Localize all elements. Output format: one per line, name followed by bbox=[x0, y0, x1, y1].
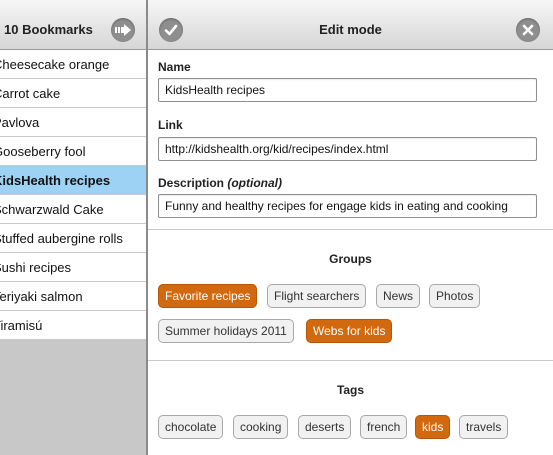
bookmark-item[interactable]: Cheesecake orange bbox=[0, 50, 146, 79]
bookmark-list: Cheesecake orange Carrot cake Pavlova Go… bbox=[0, 50, 146, 340]
tags-title: Tags bbox=[336, 383, 365, 397]
tag-chip[interactable]: chocolate bbox=[158, 415, 224, 439]
groups-title: Groups bbox=[329, 252, 372, 266]
bookmark-label: Stuffed aubergine rolls bbox=[0, 231, 123, 246]
tag-chip[interactable]: kids bbox=[415, 415, 451, 439]
name-label: Name bbox=[158, 60, 191, 74]
description-field[interactable] bbox=[158, 194, 537, 218]
bookmark-item[interactable]: Schwarzwald Cake bbox=[0, 195, 146, 224]
close-icon bbox=[522, 24, 534, 36]
edit-header: Edit mode bbox=[148, 0, 553, 50]
bookmark-item[interactable]: Gooseberry fool bbox=[0, 137, 146, 166]
bookmark-item[interactable]: Tiramisú bbox=[0, 311, 146, 340]
sidebar-title: 10 Bookmarks bbox=[4, 22, 93, 37]
tag-chip[interactable]: deserts bbox=[298, 415, 352, 439]
bookmark-label: Gooseberry fool bbox=[0, 144, 86, 159]
description-label-text: Description bbox=[158, 176, 225, 190]
edit-panel: Edit mode Name Link Description (optiona… bbox=[148, 0, 553, 455]
bookmark-item[interactable]: Teriyaki salmon bbox=[0, 282, 146, 311]
arrow-right-icon bbox=[115, 24, 131, 36]
bookmarks-sidebar: 10 Bookmarks Cheesecake orange Carrot ca… bbox=[0, 0, 146, 455]
section-separator bbox=[148, 229, 553, 230]
bookmark-item[interactable]: Carrot cake bbox=[0, 79, 146, 108]
bookmark-label: Carrot cake bbox=[0, 86, 61, 101]
description-label: Description (optional) bbox=[158, 176, 282, 190]
bookmark-label: KidsHealth recipes bbox=[0, 173, 111, 188]
sidebar-forward-button[interactable] bbox=[111, 18, 135, 42]
tag-chip[interactable]: cooking bbox=[233, 415, 289, 439]
group-chip[interactable]: Summer holidays 2011 bbox=[158, 319, 294, 343]
group-chip[interactable]: Flight searchers bbox=[267, 284, 367, 308]
tag-chip[interactable]: french bbox=[360, 415, 408, 439]
bookmark-label: Sushi recipes bbox=[0, 260, 72, 275]
tag-chip[interactable]: travels bbox=[459, 415, 509, 439]
link-field[interactable] bbox=[158, 137, 537, 161]
bookmark-item[interactable]: Sushi recipes bbox=[0, 253, 146, 282]
bookmark-label: Pavlova bbox=[0, 115, 40, 130]
link-label: Link bbox=[158, 118, 183, 132]
group-chip[interactable]: Favorite recipes bbox=[158, 284, 258, 308]
bookmark-item-selected[interactable]: KidsHealth recipes bbox=[0, 166, 146, 195]
group-chip[interactable]: Photos bbox=[429, 284, 481, 308]
sidebar-header: 10 Bookmarks bbox=[0, 0, 146, 50]
section-separator bbox=[148, 360, 553, 361]
bookmark-label: Teriyaki salmon bbox=[0, 289, 83, 304]
name-field[interactable] bbox=[158, 78, 537, 102]
group-chip[interactable]: News bbox=[376, 284, 421, 308]
bookmark-item[interactable]: Stuffed aubergine rolls bbox=[0, 224, 146, 253]
bookmark-label: Schwarzwald Cake bbox=[0, 202, 104, 217]
bookmark-item[interactable]: Pavlova bbox=[0, 108, 146, 137]
close-button[interactable] bbox=[516, 18, 540, 42]
bookmark-label: Cheesecake orange bbox=[0, 57, 110, 72]
group-chip[interactable]: Webs for kids bbox=[306, 319, 393, 343]
edit-mode-title: Edit mode bbox=[319, 22, 382, 37]
description-optional-hint: (optional) bbox=[227, 176, 283, 190]
bookmark-label: Tiramisú bbox=[0, 318, 43, 333]
